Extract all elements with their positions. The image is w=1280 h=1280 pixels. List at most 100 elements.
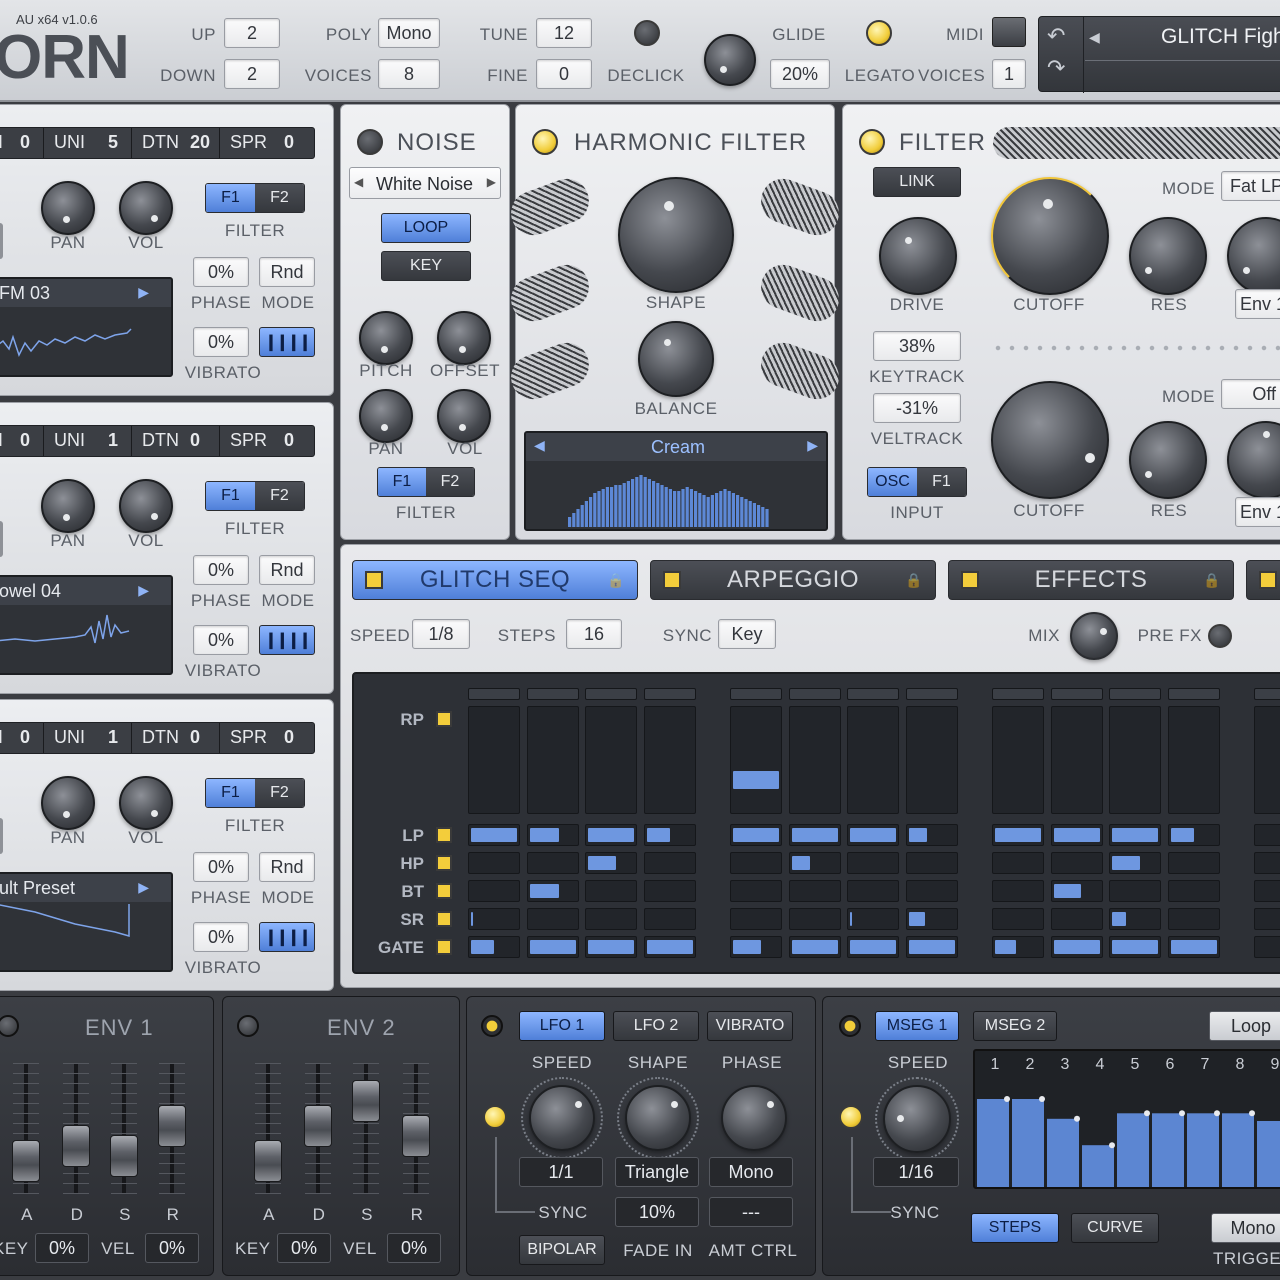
seq-step-header[interactable] — [468, 688, 520, 700]
seq-hp-cell[interactable] — [585, 852, 637, 874]
osc-mode-value[interactable]: Rnd — [259, 257, 315, 287]
seq-speed-value[interactable]: 1/8 — [412, 619, 470, 649]
seq-lp-cell[interactable] — [1109, 824, 1161, 846]
seq-rp-cell[interactable] — [905, 706, 958, 814]
noise-f1-button[interactable]: F1 — [378, 468, 426, 496]
env1-fader-d[interactable] — [62, 1063, 90, 1194]
harmonic-power-led[interactable] — [532, 129, 558, 155]
noise-power-led[interactable] — [357, 129, 383, 155]
seq-hp-cell[interactable] — [992, 852, 1044, 874]
seq-rp-cell[interactable] — [730, 706, 782, 814]
env1-fader-r[interactable] — [158, 1063, 186, 1194]
filter-link-button[interactable]: LINK — [873, 167, 961, 197]
tab-glitch-seq[interactable]: GLITCH SEQ 🔒 — [352, 560, 638, 600]
tab-lfo1[interactable]: LFO 1 — [519, 1011, 605, 1041]
filter2-env-knob[interactable] — [1227, 421, 1280, 499]
osc-vol-knob[interactable] — [119, 181, 173, 235]
glide-knob[interactable] — [704, 34, 756, 86]
noise-f2-button[interactable]: F2 — [426, 468, 474, 496]
seq-bt-cell[interactable] — [905, 880, 958, 902]
fader-handle[interactable] — [12, 1140, 40, 1182]
osc-param-value[interactable]: 20 — [190, 132, 210, 153]
fader-handle[interactable] — [62, 1125, 90, 1167]
preset-name[interactable]: GLITCH Fight — [1161, 25, 1280, 49]
seq-hp-cell[interactable] — [1167, 852, 1220, 874]
env2-vel-value[interactable]: 0% — [387, 1233, 441, 1263]
seq-step-header[interactable] — [1109, 688, 1161, 700]
osc-param-strip[interactable]: I 0 UNI 1 DTN 0 SPR 0 — [0, 425, 315, 457]
seq-gate-cell[interactable] — [1254, 936, 1280, 958]
mseg-speed-knob[interactable] — [883, 1085, 951, 1153]
seq-step-header[interactable] — [1254, 688, 1280, 700]
seq-hp-cell[interactable] — [905, 852, 958, 874]
osc-side-tab[interactable] — [0, 521, 3, 557]
osc-waveform-display[interactable]: ult Preset ▶ — [0, 872, 173, 972]
filter2-env-value[interactable]: Env 1 — [1235, 497, 1280, 527]
seq-step-header[interactable] — [788, 688, 841, 700]
seq-rp-cell[interactable] — [1167, 706, 1220, 814]
osc-f1-button[interactable]: F1 — [206, 482, 255, 510]
noise-loop-button[interactable]: LOOP — [381, 213, 471, 243]
env2-fader-s[interactable] — [352, 1063, 380, 1194]
seq-sr-cell[interactable] — [585, 908, 637, 930]
osc-vibrato-value[interactable]: 0% — [193, 327, 249, 357]
seq-lp-cell[interactable] — [468, 824, 520, 846]
seq-hp-cell[interactable] — [468, 852, 520, 874]
osc-phase-value[interactable]: 0% — [193, 555, 249, 585]
osc-keyboard-button[interactable]: ❙❙❙❙ — [259, 327, 315, 357]
osc-filter-routing[interactable]: F1 F2 — [205, 183, 305, 213]
osc-param-value[interactable]: 0 — [20, 727, 30, 748]
seq-row-enable-led[interactable] — [436, 827, 452, 843]
osc-param-value[interactable]: 0 — [284, 430, 294, 451]
seq-lp-cell[interactable] — [788, 824, 841, 846]
osc-param-value[interactable]: 0 — [284, 132, 294, 153]
seq-sr-cell[interactable] — [788, 908, 841, 930]
lock-icon[interactable]: 🔒 — [1203, 572, 1221, 589]
osc-vol-knob[interactable] — [119, 776, 173, 830]
seq-lp-cell[interactable] — [992, 824, 1044, 846]
noise-pan-knob[interactable] — [359, 389, 413, 443]
mseg-node[interactable] — [1004, 1096, 1010, 1102]
lfo-speed-value[interactable]: 1/1 — [519, 1157, 603, 1187]
noise-type-selector[interactable]: ◀ White Noise ▶ — [349, 167, 501, 199]
seq-rp-cell[interactable] — [468, 706, 520, 814]
seq-hp-cell[interactable] — [788, 852, 841, 874]
osc-waveform-display[interactable]: owel 04 ▶ — [0, 575, 173, 675]
tune-value[interactable]: 12 — [536, 18, 592, 48]
midi-voices-value[interactable]: 1 — [992, 59, 1026, 89]
env1-key-value[interactable]: 0% — [35, 1233, 89, 1263]
up-value[interactable]: 2 — [224, 18, 280, 48]
seq-hp-cell[interactable] — [526, 852, 579, 874]
seq-rp-cell[interactable] — [1109, 706, 1161, 814]
lfo-shape-knob[interactable] — [625, 1085, 691, 1151]
midi-button[interactable] — [992, 17, 1026, 47]
seq-gate-cell[interactable] — [788, 936, 841, 958]
preset-prev-icon[interactable]: ◀ — [1089, 29, 1100, 46]
filter-power-led[interactable] — [859, 129, 885, 155]
noise-next-icon[interactable]: ▶ — [487, 175, 496, 189]
seq-gate-cell[interactable] — [468, 936, 520, 958]
osc-param-strip[interactable]: I 0 UNI 1 DTN 0 SPR 0 — [0, 722, 315, 754]
tab-lfo2[interactable]: LFO 2 — [613, 1011, 699, 1041]
seq-lp-cell[interactable] — [585, 824, 637, 846]
noise-vol-knob[interactable] — [437, 389, 491, 443]
env2-power-led[interactable] — [237, 1015, 259, 1037]
harmonic-next-icon[interactable]: ▶ — [807, 437, 818, 454]
tab-effects[interactable]: EFFECTS 🔒 — [948, 560, 1234, 600]
seq-lp-cell[interactable] — [730, 824, 782, 846]
seq-rp-cell[interactable] — [1254, 706, 1280, 814]
seq-lp-cell[interactable] — [1254, 824, 1280, 846]
seq-rp-cell[interactable] — [585, 706, 637, 814]
seq-prefx-led[interactable] — [1208, 624, 1232, 648]
seq-gate-cell[interactable] — [526, 936, 579, 958]
env2-fader-a[interactable] — [254, 1063, 282, 1194]
mseg-power-led[interactable] — [839, 1015, 861, 1037]
glitch-seq-led[interactable] — [365, 571, 383, 589]
osc-param-value[interactable]: 0 — [190, 727, 200, 748]
seq-sr-cell[interactable] — [1254, 908, 1280, 930]
seq-sr-cell[interactable] — [905, 908, 958, 930]
filter-mode2-value[interactable]: Off — [1221, 379, 1280, 409]
seq-lp-cell[interactable] — [905, 824, 958, 846]
osc-param-value[interactable]: 0 — [20, 132, 30, 153]
seq-bt-cell[interactable] — [1109, 880, 1161, 902]
